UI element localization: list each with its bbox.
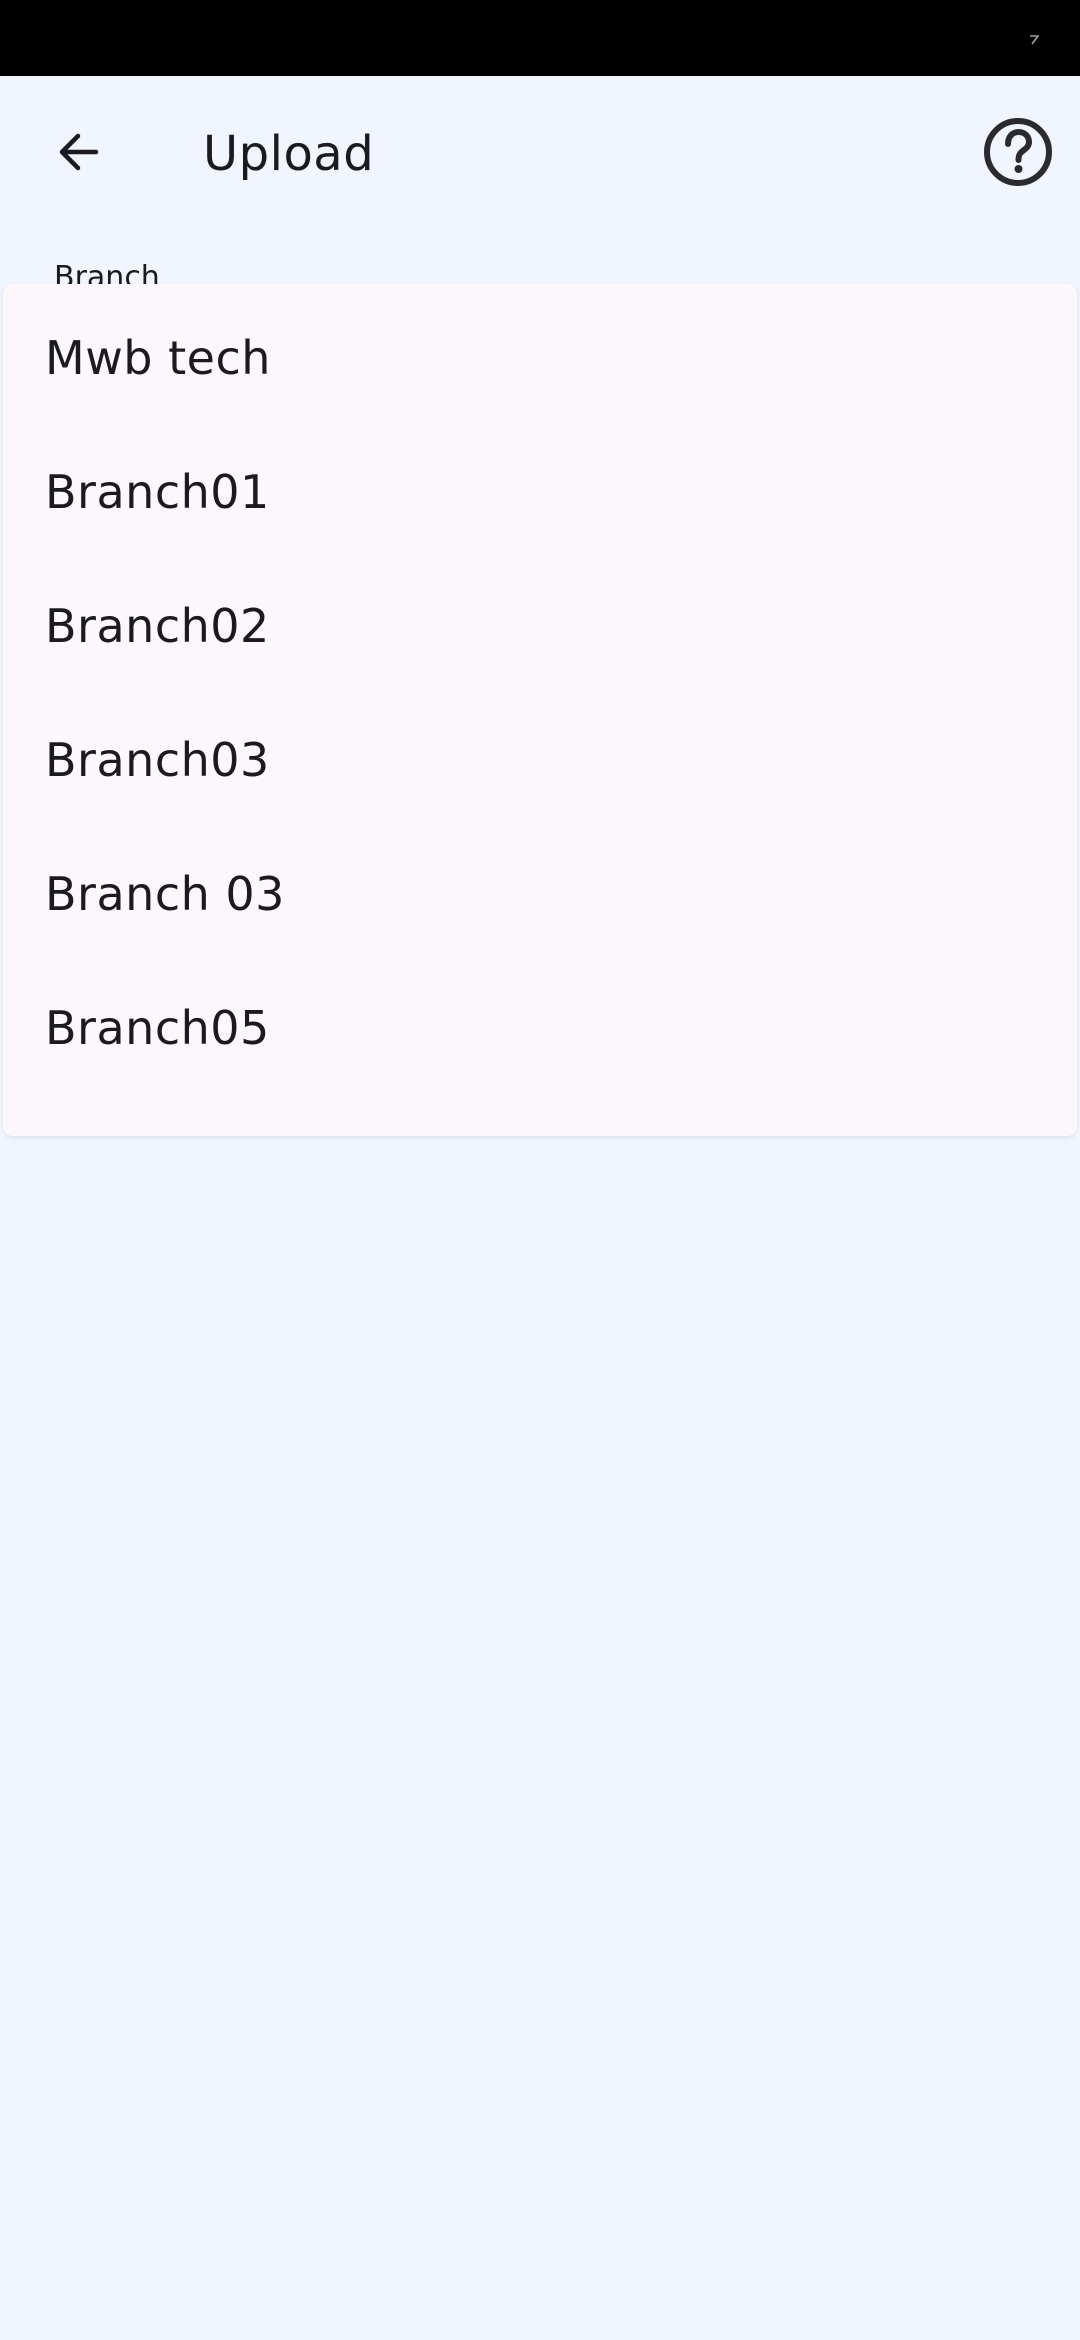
help-circle-icon xyxy=(982,116,1054,192)
page-title: Upload xyxy=(203,126,375,182)
app-bar: Upload xyxy=(0,76,1080,236)
menu-item-branch05[interactable]: Branch05 xyxy=(3,960,1077,1095)
menu-item-branch-03[interactable]: Branch 03 xyxy=(3,826,1077,961)
menu-item-branch03[interactable]: Branch03 xyxy=(3,692,1077,827)
help-button[interactable] xyxy=(978,114,1058,194)
back-button[interactable] xyxy=(40,116,116,192)
branch-dropdown-menu: Mwb tech Branch01 Branch02 Branch03 Bran… xyxy=(3,284,1077,1136)
arrow-back-icon xyxy=(52,126,104,182)
status-bar xyxy=(0,0,1080,76)
status-indicator-icon xyxy=(1028,34,1040,46)
branch-field-label: Branch xyxy=(54,260,160,284)
menu-item-branch02[interactable]: Branch02 xyxy=(3,558,1077,693)
menu-item-branch01[interactable]: Branch01 xyxy=(3,424,1077,559)
menu-item-mwb-tech[interactable]: Mwb tech xyxy=(3,290,1077,425)
